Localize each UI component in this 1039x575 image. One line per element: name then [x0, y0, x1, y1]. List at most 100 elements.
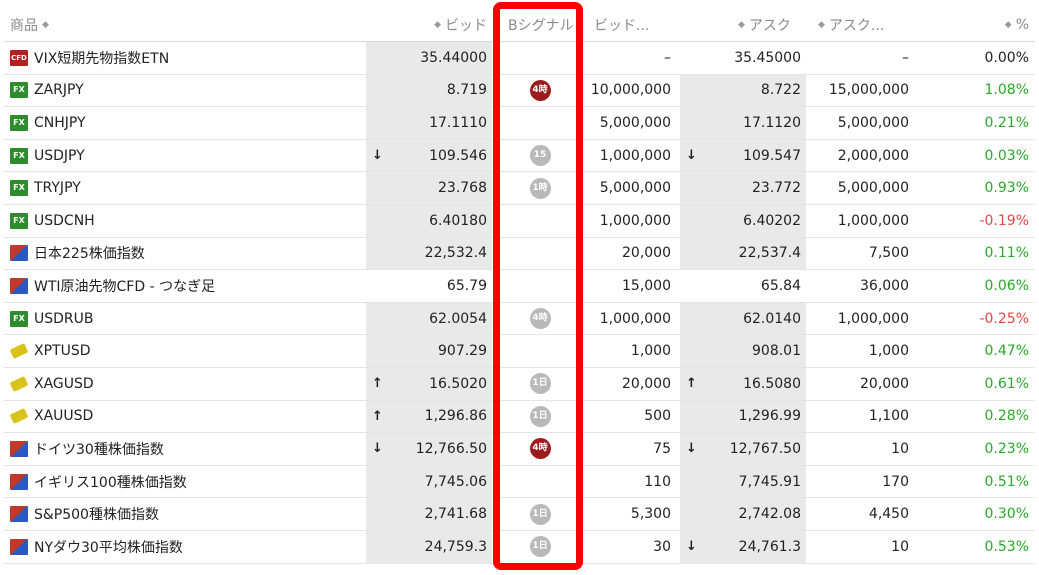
instrument-name-cell[interactable]: FX ZARJPY — [4, 75, 360, 107]
table-row[interactable]: FX CNHJPY 17.1110 5,000,000 17.1120 5,000,000… — [4, 107, 1035, 140]
instrument-name-cell[interactable]: CFD VIX短期先物指数ETN — [4, 42, 360, 74]
bid-price-cell[interactable]: 22,532.4 — [366, 237, 492, 270]
table-row[interactable]: FX ZARJPY 8.719 4時 10,000,000 8.722 15,000,000… — [4, 74, 1035, 108]
column-header-bid-volume[interactable]: ビッド... — [584, 8, 676, 41]
column-header-signal[interactable]: Bシグナル — [496, 8, 584, 41]
table-row[interactable]: NYダウ30平均株価指数 24,759.3 1日 30 ↓ 24,761.3 10 0.53% — [4, 530, 1035, 564]
column-header-ask-volume[interactable]: ◆ アスク... — [810, 8, 914, 41]
table-row[interactable]: S&P500種株価指数 2,741.68 1日 5,300 2,742.08 4,450 0… — [4, 498, 1035, 531]
instrument-name-cell[interactable]: NYダウ30平均株価指数 — [4, 531, 360, 563]
bid-price-cell[interactable]: ↑ 16.5020 — [366, 367, 492, 400]
bid-price-cell[interactable]: 907.29 — [366, 335, 492, 367]
ask-trend-arrow-icon: ↓ — [686, 148, 697, 164]
table-row[interactable]: XPTUSD 907.29 1,000 908.01 1,000 0.47% — [4, 335, 1035, 368]
table-row[interactable]: XAGUSD ↑ 16.5020 1日 20,000 ↑ 16.5080 20,000 0.61… — [4, 367, 1035, 401]
ask-price-cell[interactable]: 65.84 — [680, 270, 806, 302]
ask-price-cell[interactable]: 35.45000 — [680, 42, 806, 74]
signal-cell[interactable] — [496, 205, 584, 237]
instrument-name-cell[interactable]: WTI原油先物CFD - つなぎ足 — [4, 270, 360, 302]
table-row[interactable]: FX USDCNH 6.40180 1,000,000 6.40202 1,000,000… — [4, 204, 1035, 238]
table-row[interactable]: ドイツ30種株価指数 ↓ 12,766.50 4時 75 ↓ 12,767.50 10 0.23… — [4, 433, 1035, 466]
signal-cell[interactable]: 15 — [496, 140, 584, 172]
bid-price-cell[interactable]: 8.719 — [366, 74, 492, 107]
ask-volume: 5,000,000 — [837, 114, 909, 131]
ask-price-cell[interactable]: 8.722 — [680, 74, 806, 107]
instrument-name-cell[interactable]: FX USDJPY — [4, 140, 360, 172]
bid-price-cell[interactable]: 65.79 — [366, 270, 492, 302]
signal-cell[interactable] — [496, 466, 584, 498]
instrument-name-cell[interactable]: イギリス100種株価指数 — [4, 466, 360, 498]
table-row[interactable]: FX TRYJPY 23.768 1時 5,000,000 23.772 5,000,000… — [4, 172, 1035, 205]
signal-cell[interactable] — [496, 335, 584, 367]
column-header-bid[interactable]: ◆ ビッド — [414, 8, 492, 41]
ask-price: 35.45000 — [734, 49, 801, 66]
instrument-name-cell[interactable]: S&P500種株価指数 — [4, 498, 360, 530]
ask-volume-cell: 15,000,000 — [810, 75, 914, 107]
signal-cell[interactable]: 1日 — [496, 368, 584, 400]
table-row[interactable]: CFD VIX短期先物指数ETN 35.44000 – 35.45000 – 0.00% — [4, 42, 1035, 75]
ask-price-cell[interactable]: 23.772 — [680, 172, 806, 204]
signal-cell[interactable] — [496, 42, 584, 74]
ask-price-cell[interactable]: 22,537.4 — [680, 237, 806, 270]
column-header-percent[interactable]: ◆% — [914, 8, 1034, 41]
ask-price-cell[interactable]: ↑ 16.5080 — [680, 367, 806, 400]
instrument-name-cell[interactable]: FX CNHJPY — [4, 107, 360, 139]
signal-cell[interactable]: 1時 — [496, 172, 584, 204]
table-row[interactable]: FX USDRUB 62.0054 4時 1,000,000 62.0140 1,000,0… — [4, 302, 1035, 336]
instrument-name-cell[interactable]: XAUUSD — [4, 401, 360, 433]
signal-cell[interactable] — [496, 238, 584, 270]
instrument-name-cell[interactable]: FX USDRUB — [4, 303, 360, 335]
signal-cell[interactable]: 4時 — [496, 433, 584, 465]
bid-price-cell[interactable]: 17.1110 — [366, 107, 492, 139]
ask-price-cell[interactable]: 62.0140 — [680, 302, 806, 335]
signal-cell[interactable]: 4時 — [496, 303, 584, 335]
bid-price-cell[interactable]: 35.44000 — [366, 42, 492, 74]
signal-cell[interactable] — [496, 107, 584, 139]
ask-volume: – — [902, 49, 909, 66]
bid-price-cell[interactable]: ↓ 12,766.50 — [366, 433, 492, 465]
ask-price-cell[interactable]: 1,296.99 — [680, 400, 806, 433]
table-row[interactable]: FX USDJPY ↓ 109.546 15 1,000,000 ↓ 109.547 2,000… — [4, 139, 1035, 173]
table-row[interactable]: 日本225株価指数 22,532.4 20,000 22,537.4 7,500 0.11… — [4, 237, 1035, 271]
table-row[interactable]: XAUUSD ↑ 1,296.86 1日 500 1,296.99 1,100 0.28% — [4, 400, 1035, 434]
ask-price-cell[interactable]: 7,745.91 — [680, 465, 806, 498]
bid-volume-cell: 5,300 — [584, 498, 676, 530]
instrument-name-cell[interactable]: FX USDCNH — [4, 205, 360, 237]
ask-volume-cell: 1,100 — [810, 401, 914, 433]
ask-price-cell[interactable]: ↓ 109.547 — [680, 139, 806, 172]
instrument-name-cell[interactable]: FX TRYJPY — [4, 172, 360, 204]
signal-cell[interactable]: 1日 — [496, 401, 584, 433]
instrument-name-cell[interactable]: ドイツ30種株価指数 — [4, 433, 360, 465]
ask-price-cell[interactable]: 908.01 — [680, 335, 806, 367]
bid-price-cell[interactable]: 2,741.68 — [366, 498, 492, 530]
signal-cell[interactable]: 4時 — [496, 75, 584, 107]
instrument-name-cell[interactable]: 日本225株価指数 — [4, 238, 360, 270]
column-header-ask[interactable]: ◆ アスク — [680, 8, 806, 41]
percent-change-cell: 0.28% — [914, 401, 1034, 433]
ask-price-cell[interactable]: 2,742.08 — [680, 498, 806, 530]
signal-cell[interactable] — [496, 270, 584, 302]
ask-price-cell[interactable]: ↓ 12,767.50 — [680, 433, 806, 465]
ask-price-cell[interactable]: 6.40202 — [680, 204, 806, 237]
signal-cell[interactable]: 1日 — [496, 531, 584, 563]
bid-price-cell[interactable]: 24,759.3 — [366, 530, 492, 563]
bid-price-cell[interactable]: ↓ 109.546 — [366, 139, 492, 172]
bid-price-cell[interactable]: 6.40180 — [366, 204, 492, 237]
percent-change-cell: 0.30% — [914, 498, 1034, 530]
bid-price-cell[interactable]: 7,745.06 — [366, 465, 492, 498]
ask-price-cell[interactable]: 17.1120 — [680, 107, 806, 139]
instrument-name-cell[interactable]: XAGUSD — [4, 368, 360, 400]
bid-price-cell[interactable]: ↑ 1,296.86 — [366, 400, 492, 433]
instrument-name-cell[interactable]: XPTUSD — [4, 335, 360, 367]
ask-volume: 170 — [882, 473, 909, 490]
table-row[interactable]: イギリス100種株価指数 7,745.06 110 7,745.91 170 0.51% — [4, 465, 1035, 499]
bid-trend-arrow-icon: ↓ — [372, 148, 383, 164]
signal-cell[interactable]: 1日 — [496, 498, 584, 530]
bid-price-cell[interactable]: 62.0054 — [366, 302, 492, 335]
bid-price: 23.768 — [438, 180, 487, 197]
column-header-name[interactable]: 商品 ◆ — [4, 8, 360, 41]
ask-volume: 10 — [891, 538, 909, 555]
table-row[interactable]: WTI原油先物CFD - つなぎ足 65.79 15,000 65.84 36,000 0… — [4, 270, 1035, 303]
bid-price-cell[interactable]: 23.768 — [366, 172, 492, 204]
ask-price-cell[interactable]: ↓ 24,761.3 — [680, 530, 806, 563]
